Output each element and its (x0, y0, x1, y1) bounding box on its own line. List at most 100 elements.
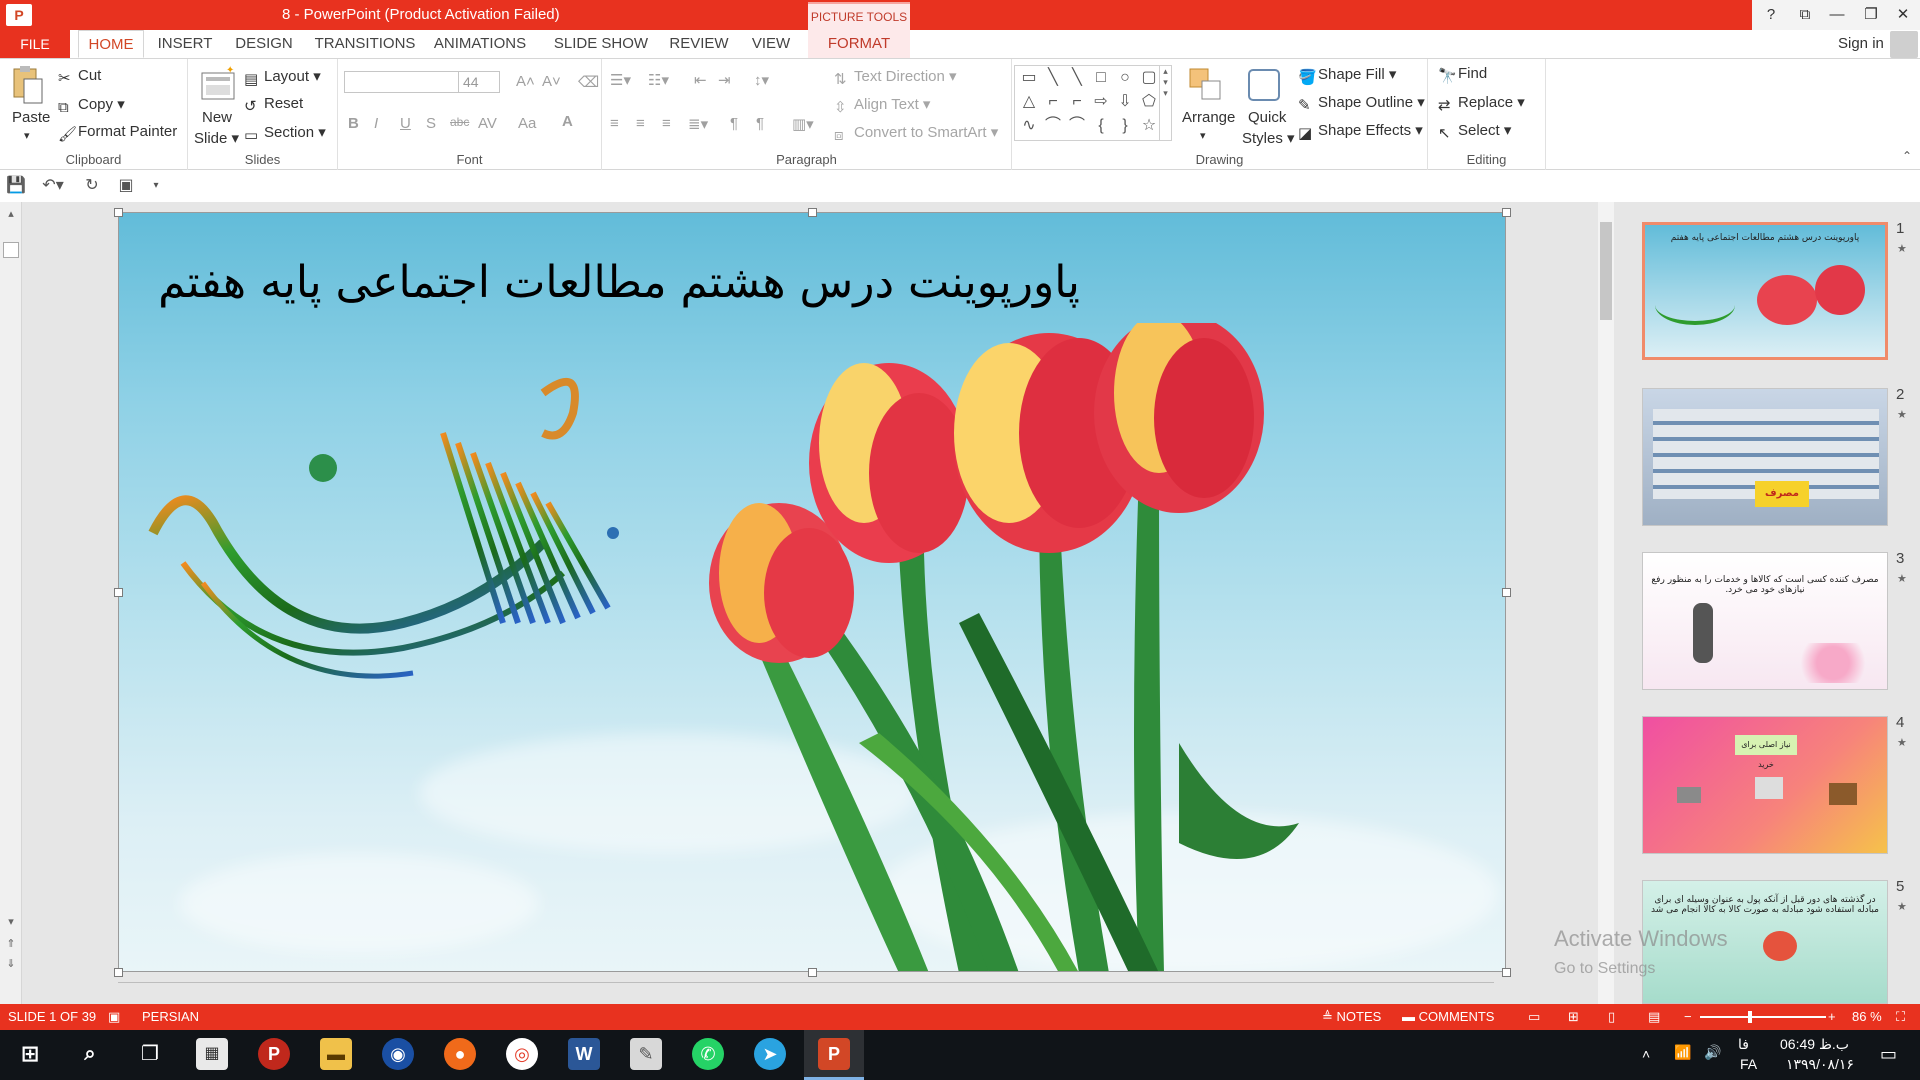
italic-button[interactable]: I (374, 115, 378, 132)
justify-icon[interactable]: ≣▾ (688, 115, 708, 133)
language-indicator[interactable]: PERSIAN (142, 1009, 199, 1024)
paste-dropdown-icon[interactable]: ▾ (24, 129, 30, 142)
resize-handle[interactable] (1502, 588, 1511, 597)
windows-start-icon[interactable]: ⊞ (14, 1038, 46, 1070)
select-button[interactable]: ↖ Select ▾ (1438, 121, 1511, 142)
reading-view-icon[interactable]: ▯ (1608, 1009, 1615, 1025)
bullets-icon[interactable]: ☰▾ (610, 71, 631, 89)
tab-review[interactable]: REVIEW (664, 30, 734, 58)
slide-canvas[interactable]: پاورپوینت درس هشتم مطالعات اجتماعی پایه … (118, 212, 1506, 972)
shape-fill-button[interactable]: 🪣Shape Fill ▾ (1298, 65, 1396, 86)
cut-button[interactable]: ✂ Cut (58, 67, 101, 87)
find-button[interactable]: 🔭Find (1438, 65, 1487, 85)
bold-button[interactable]: B (348, 115, 359, 132)
zoom-in-icon[interactable]: + (1828, 1009, 1836, 1024)
input-language-code[interactable]: FA (1740, 1056, 1757, 1072)
slide-thumbnail-3[interactable]: مصرف کننده کسی است که کالاها و خدمات را … (1642, 552, 1888, 690)
powerpoint-taskbar-icon[interactable]: P (818, 1038, 850, 1070)
clear-formatting-icon[interactable]: ⌫ (578, 73, 599, 91)
next-slide-icon[interactable]: ⇓ (3, 956, 19, 972)
horizontal-scroll-track[interactable] (118, 982, 1494, 983)
show-hidden-icons-icon[interactable]: ˄ (1642, 1046, 1650, 1062)
convert-smartart-button[interactable]: ⧈ Convert to SmartArt ▾ (834, 123, 998, 144)
fit-to-window-icon[interactable]: ⛶ (1896, 1009, 1905, 1025)
shape-effects-button[interactable]: ◪ Shape Effects ▾ (1298, 121, 1423, 142)
paste-icon[interactable] (10, 65, 46, 104)
paste-button[interactable]: Paste (12, 109, 50, 126)
connector-icon[interactable]: ⌐ (1043, 92, 1063, 112)
grow-font-icon[interactable]: A˄ (516, 73, 535, 90)
ltr-icon[interactable]: ¶ (730, 115, 738, 132)
panel-toggle-icon[interactable] (3, 242, 19, 258)
new-slide-label-1[interactable]: New (202, 109, 232, 126)
input-language-fa[interactable]: فا (1738, 1036, 1749, 1053)
start-from-beginning-icon[interactable]: ▣ (116, 176, 136, 196)
whatsapp-icon[interactable]: ✆ (692, 1038, 724, 1070)
curve-icon[interactable]: ⌒ (1067, 116, 1087, 136)
notifications-icon[interactable]: ▭ (1880, 1044, 1897, 1065)
slide-thumbnail-1[interactable]: پاورپوینت درس هشتم مطالعات اجتماعی پایه … (1642, 222, 1888, 360)
tab-slide-show[interactable]: SLIDE SHOW (548, 30, 654, 58)
arrange-button[interactable]: Arrange (1182, 109, 1235, 126)
columns-icon[interactable]: ▥▾ (792, 115, 814, 133)
zoom-level[interactable]: 86 % (1852, 1009, 1882, 1024)
brace-right-icon[interactable]: } (1115, 116, 1135, 136)
resize-handle[interactable] (114, 588, 123, 597)
slide-show-icon[interactable]: ▤ (1648, 1009, 1660, 1025)
customize-qat-icon[interactable]: ▾ (146, 176, 166, 196)
resize-handle[interactable] (808, 208, 817, 217)
chrome-icon[interactable]: ◎ (506, 1038, 538, 1070)
slide-thumbnail-4[interactable]: نیاز اصلی برای خرید (1642, 716, 1888, 854)
align-text-button[interactable]: ⇳ Align Text ▾ (834, 95, 930, 116)
word-icon[interactable]: W (568, 1038, 600, 1070)
ribbon-display-options-button[interactable]: ⧉ (1790, 2, 1820, 28)
rounded-rectangle-icon[interactable]: ▢ (1139, 68, 1159, 88)
scrollbar-thumb[interactable] (1600, 222, 1612, 320)
sign-in-link[interactable]: Sign in (1838, 35, 1884, 52)
line-spacing-icon[interactable]: ↕▾ (754, 71, 769, 89)
task-view-icon[interactable]: ❐ (134, 1038, 166, 1070)
shapes-gallery[interactable]: ▭ ╲ ╲ □ ○ ▢ △ ⌐ ⌐ ⇨ ⇩ ⬠ ∿ ⌒ ⌒ { } ☆ ▴ ▾ ▾ (1014, 65, 1172, 141)
freeform-icon[interactable]: ∿ (1019, 116, 1039, 136)
maximize-button[interactable]: ❐ (1856, 2, 1886, 28)
tab-animations[interactable]: ANIMATIONS (428, 30, 532, 58)
arrow-right-icon[interactable]: ⇨ (1091, 92, 1111, 112)
quick-styles-icon[interactable] (1246, 67, 1282, 105)
arc-icon[interactable]: ⌒ (1043, 116, 1063, 136)
notes-button[interactable]: ≜ NOTES (1322, 1009, 1381, 1025)
character-spacing-button[interactable]: AV (478, 115, 497, 132)
slide-sorter-icon[interactable]: ⊞ (1568, 1009, 1579, 1025)
spell-check-icon[interactable]: ▣ (108, 1009, 120, 1025)
telegram-icon[interactable]: ➤ (754, 1038, 786, 1070)
copy-button[interactable]: ⧉ Copy ▾ (58, 95, 125, 116)
replace-button[interactable]: ⇄ Replace ▾ (1438, 93, 1525, 114)
align-right-icon[interactable]: ≡ (662, 115, 671, 132)
rectangle-icon[interactable]: □ (1091, 68, 1111, 88)
shapes-more-icon[interactable]: ▴ ▾ ▾ (1159, 66, 1171, 140)
text-shadow-button[interactable]: S (426, 115, 436, 132)
quick-styles-label-1[interactable]: Quick (1248, 109, 1286, 126)
arrow-down-icon[interactable]: ⇩ (1115, 92, 1135, 112)
tab-insert[interactable]: INSERT (154, 30, 216, 58)
quick-styles-button[interactable]: Styles ▾ (1242, 129, 1295, 147)
star-icon[interactable]: ☆ (1139, 116, 1159, 136)
avatar[interactable] (1890, 31, 1918, 58)
paint-icon[interactable]: ✎ (630, 1038, 662, 1070)
comments-button[interactable]: ▬ COMMENTS (1402, 1009, 1494, 1024)
clock-date[interactable]: ۱۳۹۹/۰۸/۱۶ (1786, 1056, 1854, 1073)
line-icon[interactable]: ╲ (1043, 68, 1063, 88)
align-center-icon[interactable]: ≡ (636, 115, 645, 132)
new-slide-icon[interactable]: ✦ (200, 65, 236, 103)
font-size-input[interactable]: 44 (458, 71, 500, 93)
arrange-icon[interactable] (1188, 67, 1224, 105)
shrink-font-icon[interactable]: A˅ (542, 73, 561, 90)
network-icon[interactable]: 📶 (1674, 1044, 1691, 1061)
zoom-slider[interactable] (1700, 1016, 1826, 1018)
align-left-icon[interactable]: ≡ (610, 115, 619, 132)
calculator-icon[interactable]: ▦ (196, 1038, 228, 1070)
oval-icon[interactable]: ○ (1115, 68, 1135, 88)
slide-thumbnail-2[interactable]: مصرف (1642, 388, 1888, 526)
file-explorer-icon[interactable]: ▬ (320, 1038, 352, 1070)
font-color-button[interactable]: A (562, 113, 573, 130)
redo-icon[interactable]: ↻ (82, 176, 102, 196)
